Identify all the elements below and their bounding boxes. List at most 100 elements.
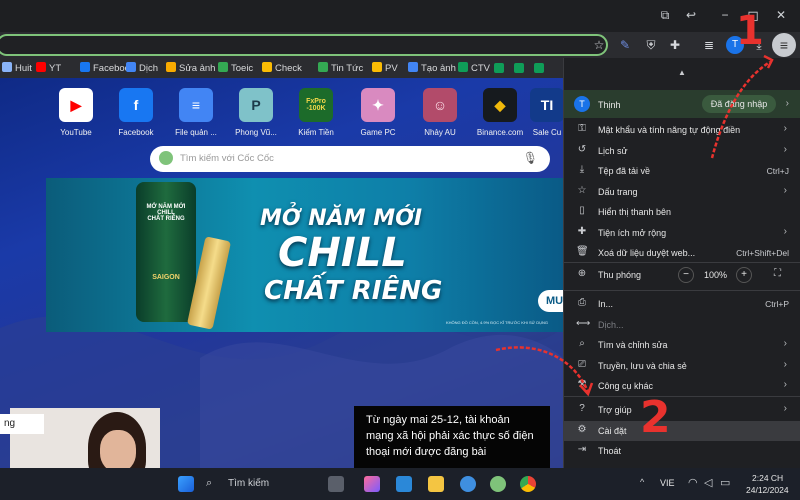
cast-icon: ⎚ bbox=[578, 358, 586, 370]
bookmark-label: Tin Tức bbox=[331, 63, 364, 74]
menu-item[interactable]: ✚ Tiện ích mở rộng › bbox=[564, 223, 800, 243]
menu-item[interactable]: 🗑 Xoá dữ liệu duyệt web... Ctrl+Shift+Del bbox=[564, 243, 800, 263]
minimize-button[interactable]: − bbox=[718, 8, 732, 22]
bookmark-item[interactable]: Sửa ảnh bbox=[166, 62, 215, 74]
back-arrow-icon[interactable]: ↩ bbox=[684, 8, 698, 22]
bookmark-label: Sửa ảnh bbox=[179, 63, 216, 74]
shield-icon[interactable]: ⛨ bbox=[642, 36, 660, 54]
file-explorer-icon[interactable] bbox=[428, 476, 444, 492]
microphone-icon[interactable]: 🎙 bbox=[523, 151, 538, 165]
bookmark-icon[interactable] bbox=[494, 63, 504, 73]
bookmark-icon bbox=[166, 62, 176, 72]
clock-date[interactable]: 24/12/2024 bbox=[746, 485, 789, 495]
search-box[interactable]: Tìm kiếm với Cốc Cốc 🎙 bbox=[150, 146, 550, 172]
menu-item[interactable]: ⟷ Dịch... bbox=[564, 315, 800, 335]
task-view-icon[interactable] bbox=[328, 476, 344, 492]
puzzle-icon[interactable]: ✚ bbox=[666, 36, 684, 54]
browser-icon[interactable] bbox=[460, 476, 476, 492]
bookmark-label: Dịch bbox=[139, 63, 159, 74]
edge-icon[interactable] bbox=[396, 476, 412, 492]
menu-item[interactable]: ⚿ Mật khẩu và tính năng tự động điền › bbox=[564, 120, 800, 140]
news-card[interactable]: Từ ngày mai 25-12, tài khoản mạng xã hội… bbox=[354, 406, 550, 468]
close-button[interactable]: ✕ bbox=[774, 8, 788, 22]
ad-banner[interactable]: MỞ NĂM MỚI CHILL CHẤT RIÊNG SAIGON MỞ NĂ… bbox=[46, 178, 564, 332]
star-icon: ☆ bbox=[577, 184, 587, 196]
menu-item[interactable]: ⌕ Tìm và chỉnh sửa › bbox=[564, 335, 800, 355]
menu-item-label: Tìm và chỉnh sửa bbox=[598, 340, 668, 350]
shortcut-tile[interactable]: P Phong Vũ... bbox=[228, 88, 284, 137]
menu-item[interactable]: ⇥ Thoát bbox=[564, 441, 800, 461]
shortcut-tile[interactable]: f Facebook bbox=[108, 88, 164, 137]
shortcut-label: YouTube bbox=[60, 128, 92, 137]
copilot-icon[interactable] bbox=[364, 476, 380, 492]
bookmark-icon[interactable] bbox=[534, 63, 544, 73]
bookmark-icon bbox=[372, 62, 382, 72]
bookmark-item[interactable]: Dịch bbox=[126, 62, 158, 74]
shortcut-tile[interactable]: ◆ Binance.com bbox=[472, 88, 528, 137]
address-bar[interactable] bbox=[0, 34, 608, 56]
bookmark-item[interactable]: Tạo ảnh bbox=[408, 62, 456, 74]
screenshot-icon[interactable]: ⧉ bbox=[658, 8, 672, 22]
menu-item[interactable]: ⎚ Truyền, lưu và chia sẻ › bbox=[564, 356, 800, 376]
bookmark-star-icon[interactable]: ☆ bbox=[590, 36, 608, 54]
shortcut-tile[interactable]: TI Sale Cu bbox=[530, 88, 564, 137]
bookmark-item[interactable]: YT bbox=[36, 62, 61, 74]
chrome-icon[interactable] bbox=[520, 476, 536, 492]
shortcut-tile[interactable]: ☺ Nhảy AU bbox=[412, 88, 468, 137]
taskbar-search-label[interactable]: Tìm kiếm bbox=[228, 478, 269, 489]
chevron-up-icon[interactable]: ▲ bbox=[678, 68, 686, 77]
profile-name: Thịnh bbox=[598, 100, 621, 110]
banner-cta-button[interactable]: MU bbox=[538, 290, 564, 312]
menu-item[interactable]: ⚒ Công cụ khác › bbox=[564, 376, 800, 396]
profile-row[interactable]: T Thịnh Đã đăng nhập › bbox=[564, 90, 800, 118]
zoom-out-button[interactable]: − bbox=[678, 267, 694, 283]
menu-item[interactable]: ? Trợ giúp › bbox=[564, 400, 800, 420]
bookmark-item[interactable]: Toeic bbox=[218, 62, 253, 74]
profile-avatar: T bbox=[574, 96, 590, 112]
tools-icon: ⚒ bbox=[577, 379, 587, 390]
windows-start-icon[interactable] bbox=[178, 476, 194, 492]
beer-can-image: MỞ NĂM MỚI CHILL CHẤT RIÊNG SAIGON bbox=[136, 182, 196, 322]
menu-item[interactable]: ⎙ In... Ctrl+P bbox=[564, 294, 800, 314]
zoom-in-button[interactable]: + bbox=[736, 267, 752, 283]
menu-divider bbox=[564, 262, 800, 263]
menu-item[interactable]: ▯ Hiển thị thanh bên bbox=[564, 202, 800, 222]
extension-icon-1[interactable]: ✎ bbox=[616, 36, 634, 54]
menu-item[interactable]: ☆ Dấu trang › bbox=[564, 182, 800, 202]
bookmark-icon[interactable] bbox=[514, 63, 524, 73]
zoom-value: 100% bbox=[704, 270, 728, 280]
volume-icon[interactable]: ◁ bbox=[704, 476, 712, 489]
menu-item[interactable]: ⤓ Tệp đã tải về Ctrl+J bbox=[564, 161, 800, 181]
shortcut-tile[interactable]: ≡ File quản ... bbox=[168, 88, 224, 137]
coccoc-icon[interactable] bbox=[490, 476, 506, 492]
media-icon[interactable]: ≣ bbox=[700, 36, 718, 54]
language-indicator[interactable]: VIE bbox=[660, 478, 675, 488]
menu-item[interactable]: ⚙ Cài đặt bbox=[564, 420, 800, 441]
menu-item-shortcut: Ctrl+J bbox=[766, 166, 789, 176]
tray-expand-icon[interactable]: ^ bbox=[640, 477, 644, 487]
shortcut-icon: P bbox=[239, 88, 273, 122]
bookmark-item[interactable]: Check bbox=[262, 62, 302, 74]
menu-item[interactable]: ↺ Lịch sử › bbox=[564, 141, 800, 161]
bookmark-label: Check bbox=[275, 63, 302, 74]
bookmark-item[interactable]: PV bbox=[372, 62, 398, 74]
menu-item-shortcut: Ctrl+P bbox=[765, 299, 789, 309]
zoom-label: Thu phóng bbox=[598, 270, 642, 280]
clock-time[interactable]: 2:24 CH bbox=[752, 473, 783, 483]
fullscreen-icon[interactable]: ⛶ bbox=[774, 268, 781, 279]
shortcut-label: Game PC bbox=[360, 128, 396, 137]
bookmark-item[interactable]: Tin Tức bbox=[318, 62, 363, 74]
wifi-icon[interactable]: ◠ bbox=[688, 476, 698, 489]
battery-icon[interactable]: ▭ bbox=[720, 476, 730, 489]
bookmark-item[interactable]: Huit bbox=[2, 62, 32, 74]
print-icon: ⎙ bbox=[578, 297, 586, 308]
shortcut-tile[interactable]: ✦ Game PC bbox=[350, 88, 406, 137]
shortcut-tile[interactable]: FxPro -100K Kiếm Tiền bbox=[288, 88, 344, 137]
bookmark-item[interactable]: CTV bbox=[458, 62, 490, 74]
menu-button[interactable]: ≡ bbox=[772, 33, 796, 57]
taskbar-search-icon[interactable]: ⌕ bbox=[206, 477, 212, 490]
exit-icon: ⇥ bbox=[577, 444, 587, 455]
bookmark-icon bbox=[36, 62, 46, 72]
bookmark-icon bbox=[458, 62, 468, 72]
shortcut-tile[interactable]: ▶ YouTube bbox=[48, 88, 104, 137]
